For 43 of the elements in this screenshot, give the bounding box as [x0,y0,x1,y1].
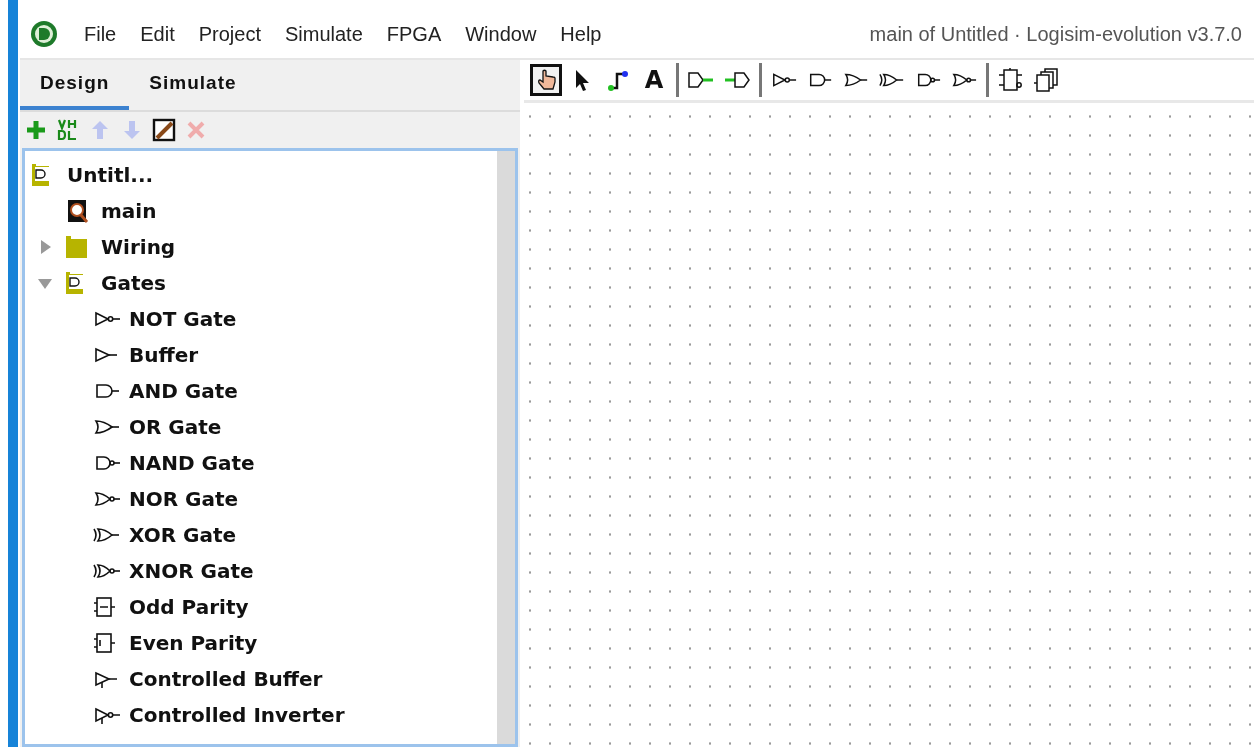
nor-gate-icon [93,489,121,509]
scrollbar[interactable] [497,151,515,744]
xnor-gate-icon [93,561,121,581]
tree-item[interactable]: Even Parity [129,631,258,655]
tree-item[interactable]: XOR Gate [129,523,237,547]
and-gate-icon [93,381,121,401]
not-gate-icon [93,309,121,329]
tree-item[interactable]: Gates [101,271,166,295]
tree-item[interactable]: Buffer [129,343,199,367]
wire-icon[interactable] [605,68,631,92]
appearance-icon[interactable] [152,118,176,142]
tree-item[interactable]: Wiring [101,235,176,259]
or-gate-icon [93,417,121,437]
tab[interactable]: Simulate [129,60,257,110]
tree-item[interactable]: XNOR Gate [129,559,254,583]
tree-item[interactable]: Odd Parity [129,595,249,619]
text-tool[interactable]: A [638,64,670,96]
xor-gate-icon [93,525,121,545]
window-title: main of Untitled · Logisim-evolution v3.7.0 [869,22,1243,46]
menu-item[interactable]: Help [548,22,614,46]
tree-item[interactable]: NOR Gate [129,487,239,511]
tab[interactable]: Design [20,60,130,110]
menu-item[interactable]: Simulate [272,22,375,46]
menu-item[interactable]: Project [186,22,273,46]
subcircuit-icon[interactable] [1034,68,1060,92]
flip-flop-icon[interactable] [998,68,1024,92]
tree-item[interactable]: main [101,199,157,223]
plus-icon[interactable] [24,118,48,142]
menu-item[interactable]: Edit [128,22,187,46]
nand-gate-icon [93,453,121,473]
tree-item[interactable]: Untitl... [67,163,154,187]
menu-item[interactable]: Window [453,22,549,46]
menu-item[interactable]: FPGA [374,22,454,46]
tree-item[interactable]: NAND Gate [129,451,255,475]
app-logo-icon [30,20,58,48]
controlled-inverter-icon [93,705,121,725]
tree-item[interactable]: NOT Gate [129,307,237,331]
tree-item[interactable]: Controlled Buffer [129,667,323,691]
menu-item[interactable]: File [72,22,129,46]
hand-tool-button[interactable] [530,64,562,96]
tree-item[interactable]: Controlled Inverter [129,703,345,727]
tree-item[interactable]: AND Gate [129,379,238,403]
tree-item[interactable]: OR Gate [129,415,222,439]
